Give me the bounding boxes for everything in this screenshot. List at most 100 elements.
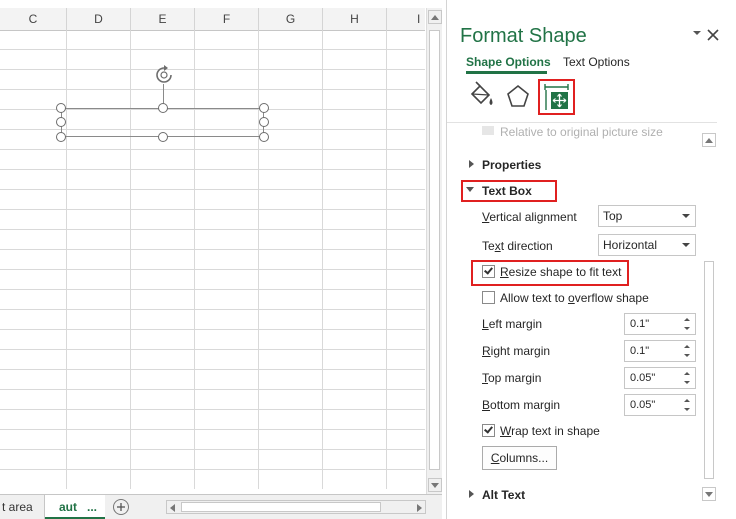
text-direction-select[interactable]: Horizontal: [598, 234, 696, 256]
column-header-c[interactable]: C: [0, 8, 67, 31]
properties-section-header[interactable]: Properties: [482, 158, 541, 172]
faded-checkbox: [482, 126, 494, 135]
left-margin-label: Left margin: [482, 317, 542, 331]
cell-grid[interactable]: [0, 31, 425, 489]
access-key: W: [500, 424, 512, 438]
access-key: R: [500, 265, 509, 279]
chevron-down-icon[interactable]: [692, 27, 702, 37]
spin-down-icon[interactable]: [684, 327, 690, 330]
label-pre: Te: [482, 239, 495, 253]
spin-up-icon[interactable]: [684, 318, 690, 321]
label-text: esize shape to fit text: [508, 265, 622, 279]
label-text: op margin: [488, 371, 542, 385]
rotate-handle-icon[interactable]: [153, 64, 175, 86]
column-header-f[interactable]: F: [195, 8, 259, 31]
label-pre: Allow text to: [500, 291, 569, 305]
fill-line-icon[interactable]: [464, 80, 498, 114]
access-key: R: [482, 344, 491, 358]
text-direction-label: Text direction: [482, 239, 553, 253]
resize-handle-top-right[interactable]: [259, 103, 269, 113]
effects-pentagon-icon[interactable]: [501, 80, 535, 114]
allow-overflow-checkbox[interactable]: [482, 291, 495, 304]
spin-up-icon[interactable]: [684, 345, 690, 348]
vertical-alignment-label: Vertical alignment: [482, 210, 577, 224]
left-margin-input[interactable]: 0.1": [624, 313, 696, 335]
spin-up-icon[interactable]: [684, 399, 690, 402]
top-margin-label: Top margin: [482, 371, 541, 385]
bottom-margin-label: Bottom margin: [482, 398, 560, 412]
sheet-tab-overflow[interactable]: ...: [87, 500, 97, 514]
access-key: o: [568, 291, 575, 305]
spin-down-icon[interactable]: [684, 408, 690, 411]
size-properties-icon[interactable]: [538, 79, 575, 115]
column-header-h[interactable]: H: [323, 8, 387, 31]
tab-shape-options[interactable]: Shape Options: [466, 55, 551, 74]
spin-down-icon[interactable]: [684, 354, 690, 357]
scroll-thumb[interactable]: [429, 30, 440, 470]
rotation-stem: [163, 84, 164, 104]
sheet-vertical-scrollbar[interactable]: [426, 8, 442, 494]
label-text: ottom margin: [490, 398, 561, 412]
sheet-tab-area[interactable]: t area: [0, 495, 45, 519]
resize-handle-top[interactable]: [158, 103, 168, 113]
input-value: 0.05": [630, 399, 656, 411]
spin-up-icon[interactable]: [684, 372, 690, 375]
sheet-tab-active[interactable]: aut ...: [45, 495, 105, 519]
sheet-tabs-bar: t area aut ...: [0, 494, 442, 519]
resize-handle-bottom[interactable]: [158, 132, 168, 142]
right-margin-input[interactable]: 0.1": [624, 340, 696, 362]
resize-handle-top-left[interactable]: [56, 103, 66, 113]
bottom-margin-input[interactable]: 0.05": [624, 394, 696, 416]
columns-button[interactable]: Columns...: [482, 446, 557, 470]
button-text: olumns...: [499, 451, 549, 465]
pane-scroll-down-button[interactable]: [702, 487, 716, 501]
wrap-text-label: Wrap text in shape: [500, 424, 600, 438]
select-value: Top: [603, 209, 623, 223]
input-value: 0.1": [630, 345, 650, 357]
format-shape-pane: Format Shape Shape Options Text Options: [446, 0, 736, 519]
vertical-alignment-select[interactable]: Top: [598, 205, 696, 227]
input-value: 0.1": [630, 318, 650, 330]
horizontal-scroll-thumb[interactable]: [181, 502, 381, 512]
allow-overflow-label: Allow text to overflow shape: [500, 291, 649, 305]
scroll-up-button[interactable]: [428, 10, 442, 24]
arrow-down-icon: [705, 492, 713, 497]
resize-handle-bottom-right[interactable]: [259, 132, 269, 142]
column-header-bar: C D E F G H I: [0, 8, 425, 31]
resize-handle-left[interactable]: [56, 117, 66, 127]
top-margin-input[interactable]: 0.05": [624, 367, 696, 389]
access-key: L: [482, 317, 489, 331]
label-text: ertical alignment: [489, 210, 577, 224]
resize-handle-right[interactable]: [259, 117, 269, 127]
close-icon[interactable]: [707, 24, 719, 46]
tab-text-options[interactable]: Text Options: [563, 55, 630, 69]
right-margin-label: Right margin: [482, 344, 550, 358]
column-header-d[interactable]: D: [67, 8, 131, 31]
label-text: rap text in shape: [511, 424, 600, 438]
scroll-down-button[interactable]: [428, 478, 442, 492]
sheet-tab-label: aut: [59, 500, 77, 514]
spreadsheet-area: C D E F G H I t area aut ...: [0, 0, 445, 519]
dropdown-caret-icon: [682, 214, 690, 218]
column-header-g[interactable]: G: [259, 8, 323, 31]
pane-scroll-up-button[interactable]: [702, 133, 716, 147]
input-value: 0.05": [630, 372, 656, 384]
label-text: eft margin: [488, 317, 543, 331]
spin-down-icon[interactable]: [684, 381, 690, 384]
pane-vertical-scrollbar[interactable]: [701, 133, 717, 501]
chevron-right-icon[interactable]: [469, 160, 474, 168]
checkmark-icon: [484, 424, 493, 434]
sheet-horizontal-scrollbar[interactable]: [166, 500, 426, 514]
chevron-right-icon[interactable]: [469, 490, 474, 498]
arrow-up-icon: [431, 15, 439, 20]
column-header-e[interactable]: E: [131, 8, 195, 31]
pane-scroll-thumb[interactable]: [704, 261, 714, 479]
wrap-text-checkbox[interactable]: [482, 424, 495, 437]
alt-text-section-header[interactable]: Alt Text: [482, 488, 525, 502]
resize-handle-bottom-left[interactable]: [56, 132, 66, 142]
label-text: verflow shape: [574, 291, 649, 305]
resize-shape-checkbox[interactable]: [482, 265, 495, 278]
add-sheet-icon[interactable]: [113, 499, 129, 515]
arrow-right-icon[interactable]: [417, 504, 422, 512]
arrow-left-icon[interactable]: [170, 504, 175, 512]
